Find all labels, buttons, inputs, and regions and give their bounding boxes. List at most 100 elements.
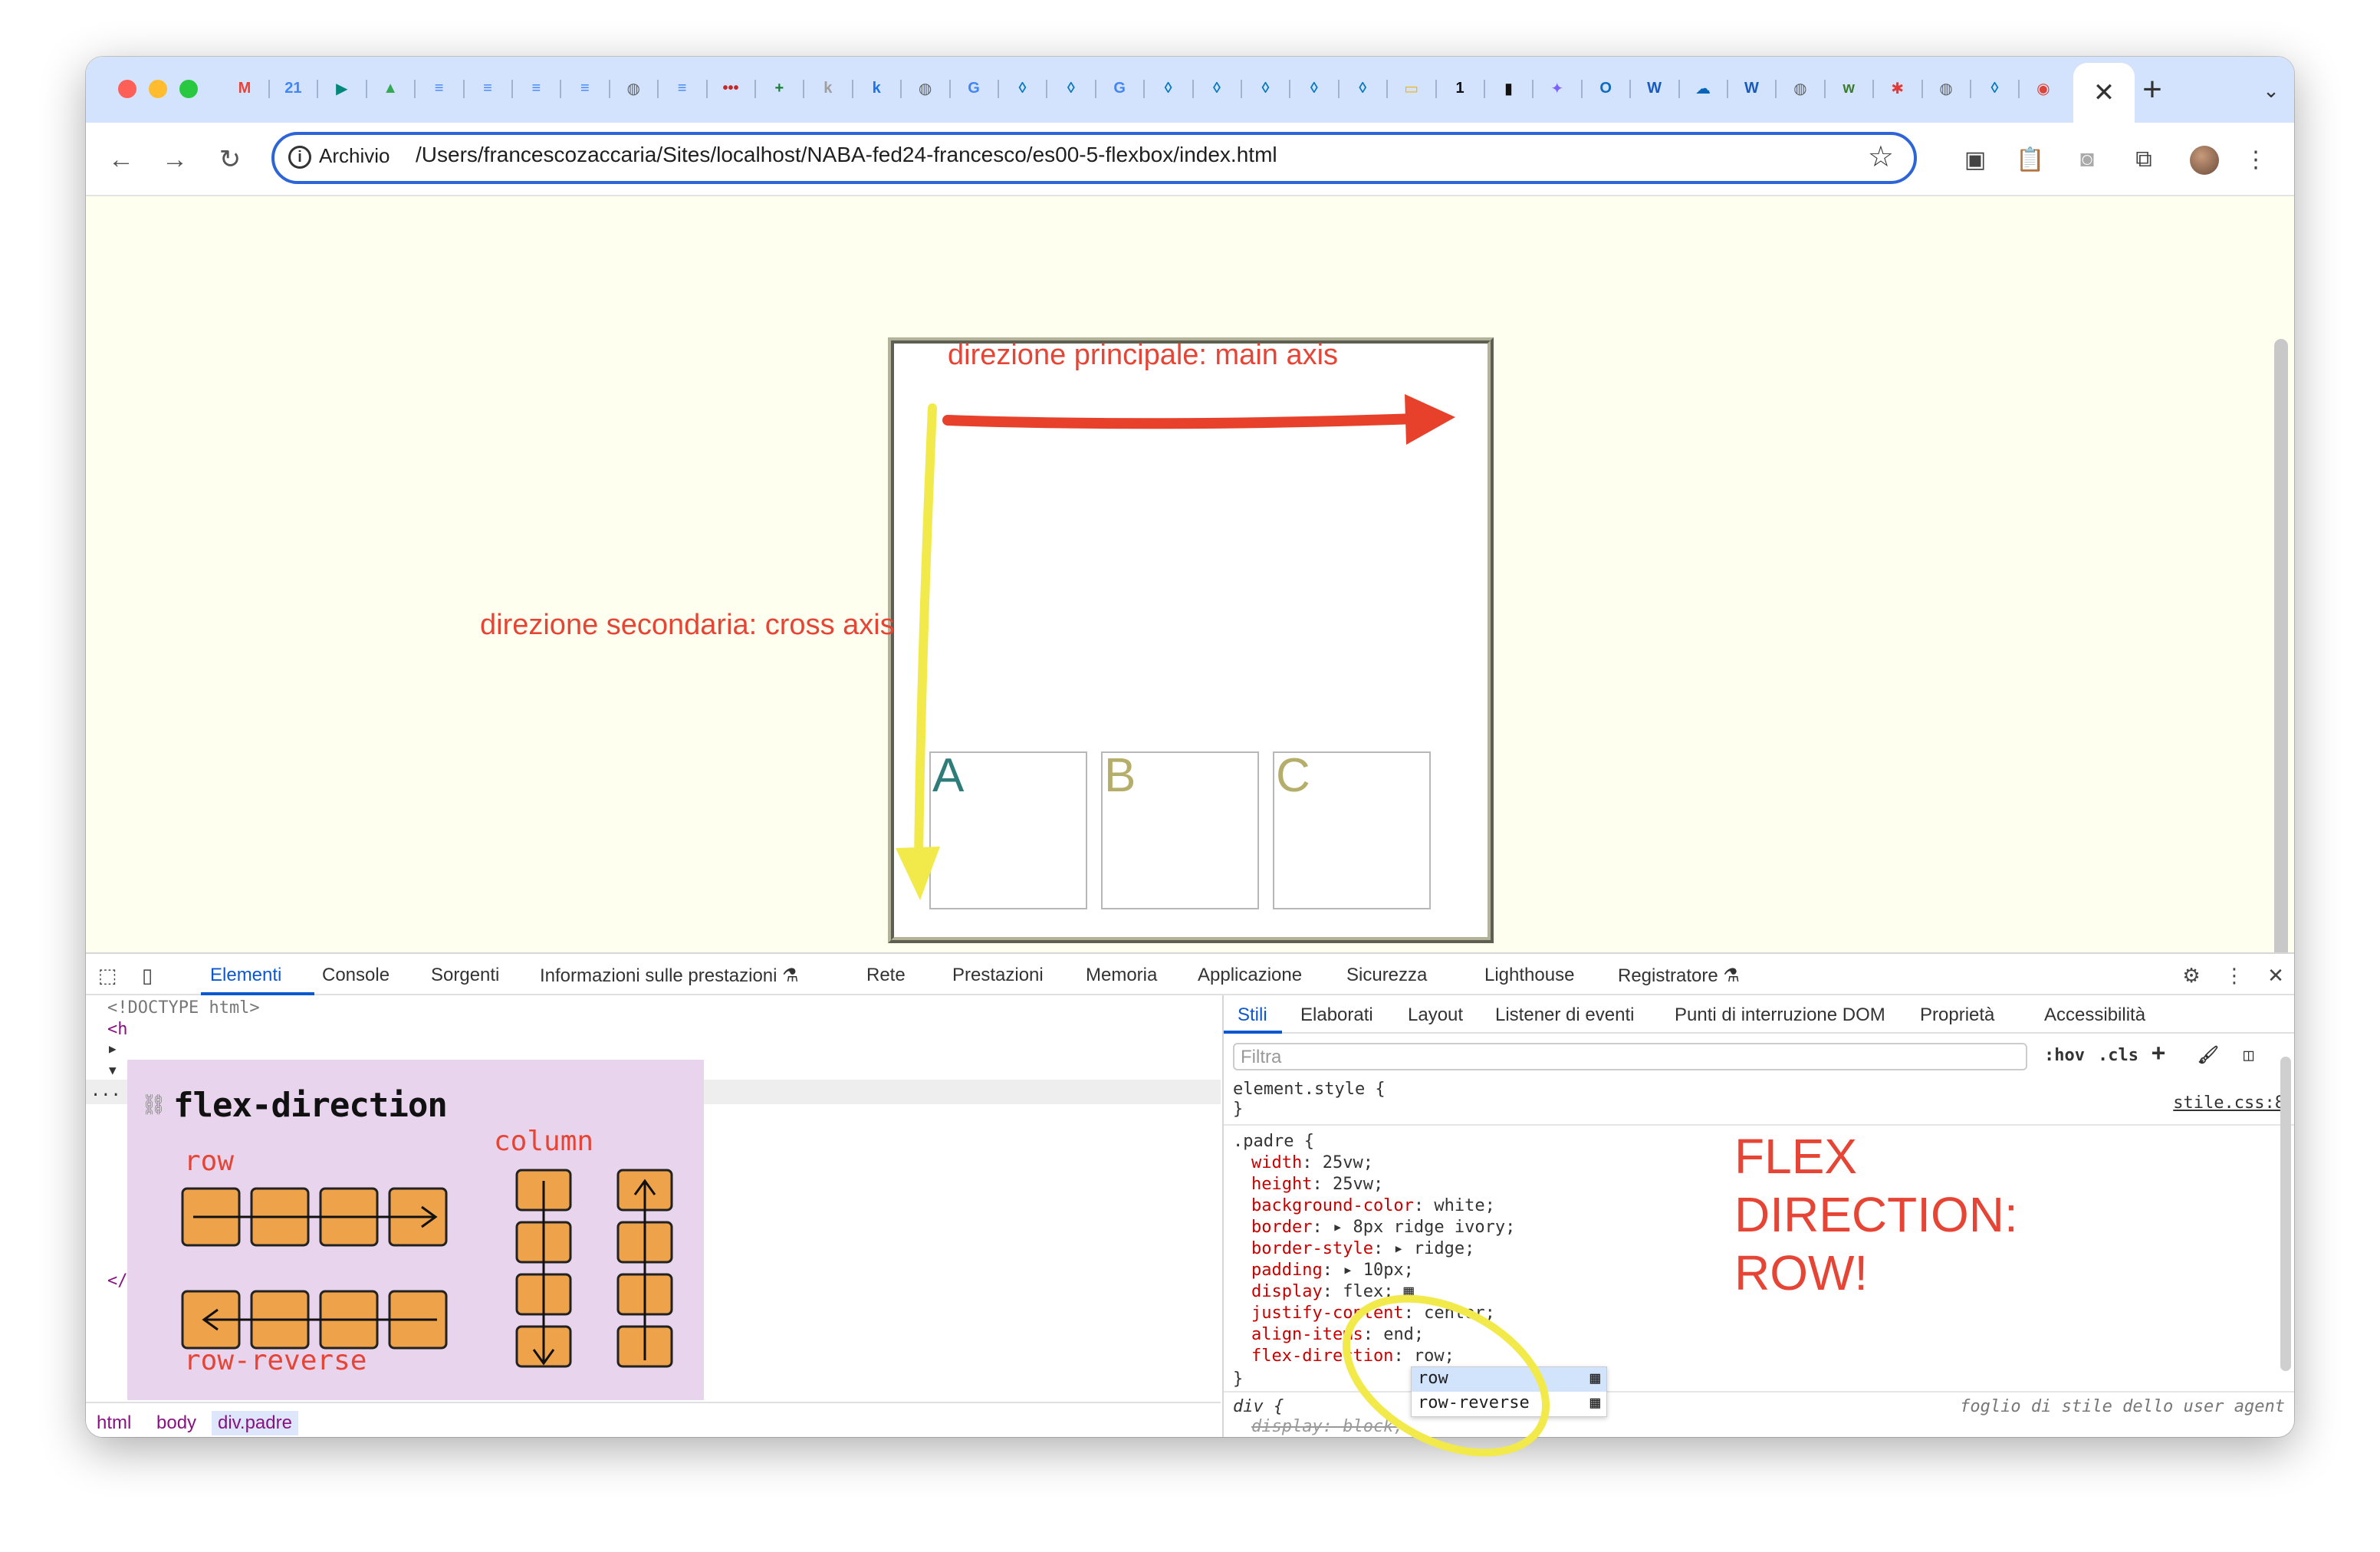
css-property[interactable]: justify-content xyxy=(1251,1304,1404,1323)
docs-icon[interactable]: ≡ xyxy=(669,75,695,101)
tab-styles[interactable]: Stili xyxy=(1238,1005,1267,1026)
sheets-plus-icon[interactable]: + xyxy=(766,75,792,101)
closing-tag[interactable]: </ xyxy=(107,1271,128,1291)
toggle-sidebar-icon[interactable]: ◫ xyxy=(2244,1046,2253,1065)
css-property[interactable]: align-items xyxy=(1251,1325,1363,1344)
chart-icon[interactable]: ▮ xyxy=(1495,75,1521,101)
css-declaration[interactable]: display: flex; ▦ xyxy=(1251,1282,1414,1301)
drupal-icon[interactable]: ◊ xyxy=(1058,75,1084,101)
docs-icon[interactable]: ≡ xyxy=(523,75,549,101)
site-info-label[interactable]: Archivio xyxy=(319,144,390,168)
globe-icon[interactable]: ◍ xyxy=(620,75,646,101)
css-value[interactable]: : 25vw; xyxy=(1312,1175,1383,1194)
tab-accessibility[interactable]: Accessibilità xyxy=(2044,1005,2145,1026)
drupal-icon[interactable]: ◊ xyxy=(1252,75,1278,101)
css-value[interactable]: : ▸ ridge; xyxy=(1373,1239,1474,1258)
css-declaration[interactable]: height: 25vw; xyxy=(1251,1175,1383,1194)
more-menu-icon[interactable]: ⋮ xyxy=(2237,141,2274,178)
css-property[interactable]: flex-direction xyxy=(1251,1346,1393,1366)
css-value[interactable]: : end; xyxy=(1363,1325,1424,1344)
meet-icon[interactable]: ▶ xyxy=(329,75,355,101)
drupal-icon[interactable]: ◊ xyxy=(1155,75,1182,101)
copilot-icon[interactable]: ✦ xyxy=(1544,75,1570,101)
class-toggle[interactable]: .cls xyxy=(2098,1046,2138,1065)
picture-in-picture-icon[interactable]: ▣ xyxy=(1957,141,1994,178)
collapse-triangle-icon[interactable]: ▼ xyxy=(109,1063,117,1077)
css-declaration[interactable]: width: 25vw; xyxy=(1251,1153,1373,1172)
tab-network[interactable]: Rete xyxy=(866,965,906,986)
drive-icon[interactable]: ▲ xyxy=(377,75,403,101)
more-options-icon[interactable]: ⋮ xyxy=(2221,962,2248,989)
paint-icon[interactable]: 🖌 xyxy=(2198,1046,2219,1065)
tab-layout[interactable]: Layout xyxy=(1408,1005,1463,1026)
back-icon[interactable]: ← xyxy=(103,141,140,178)
css-value[interactable]: : center; xyxy=(1404,1304,1495,1323)
tab-elements[interactable]: Elementi xyxy=(210,965,281,986)
close-icon[interactable]: ✕ xyxy=(2093,77,2115,108)
bookmark-star-icon[interactable]: ☆ xyxy=(1868,140,1894,174)
css-property[interactable]: border-style xyxy=(1251,1239,1373,1258)
k-icon[interactable]: k xyxy=(863,75,889,101)
slides-icon[interactable]: ▭ xyxy=(1399,75,1425,101)
css-property[interactable]: border xyxy=(1251,1218,1312,1237)
settings-gear-icon[interactable]: ⚙ xyxy=(2178,962,2205,989)
google-icon[interactable]: G xyxy=(961,75,987,101)
padre-selector[interactable]: .padre { xyxy=(1233,1132,1314,1151)
minimize-window-button[interactable] xyxy=(149,80,167,98)
new-tab-button[interactable]: + xyxy=(2133,71,2171,109)
tab-application[interactable]: Applicazione xyxy=(1198,965,1302,986)
calendar-icon[interactable]: 21 xyxy=(280,75,306,101)
tab-memory[interactable]: Memoria xyxy=(1086,965,1157,986)
tab-search-button[interactable]: ⌄ xyxy=(2256,75,2286,106)
css-property[interactable]: height xyxy=(1251,1175,1312,1194)
tab-security[interactable]: Sicurezza xyxy=(1346,965,1427,986)
url-text[interactable]: /Users/francescozaccaria/Sites/localhost… xyxy=(416,143,1277,167)
app-icon[interactable]: ••• xyxy=(718,75,744,101)
tab-lighthouse[interactable]: Lighthouse xyxy=(1484,965,1574,986)
element-style-rule[interactable]: element.style { xyxy=(1233,1080,1386,1099)
drupal-icon[interactable]: ◊ xyxy=(1349,75,1376,101)
styles-filter-input[interactable]: Filtra xyxy=(1233,1043,2027,1070)
reload-icon[interactable]: ↻ xyxy=(212,141,248,178)
css-declaration[interactable]: border-style: ▸ ridge; xyxy=(1251,1239,1474,1258)
css-declaration[interactable]: flex-direction: row; xyxy=(1251,1346,1455,1366)
drupal-icon[interactable]: ◊ xyxy=(1204,75,1230,101)
maximize-window-button[interactable] xyxy=(179,80,198,98)
asterisk-icon[interactable]: ✱ xyxy=(1885,75,1911,101)
google-icon[interactable]: G xyxy=(1106,75,1132,101)
drupal-icon[interactable]: ◊ xyxy=(1981,75,2007,101)
autocomplete-option[interactable]: row-reverse ▦ xyxy=(1412,1392,1606,1416)
close-devtools-icon[interactable]: ✕ xyxy=(2262,962,2290,989)
tab-performance[interactable]: Prestazioni xyxy=(952,965,1044,986)
crumb-div-padre[interactable]: div.padre xyxy=(212,1411,298,1435)
close-window-button[interactable] xyxy=(118,80,136,98)
active-tab[interactable]: ✕ xyxy=(2073,63,2135,123)
stylesheet-link[interactable]: stile.css:8 xyxy=(2173,1093,2285,1113)
address-bar[interactable]: i Archivio /Users/francescozaccaria/Site… xyxy=(271,132,1917,184)
device-toolbar-icon[interactable]: ▯ xyxy=(133,962,161,989)
docs-icon[interactable]: ≡ xyxy=(475,75,501,101)
css-value[interactable]: : row; xyxy=(1393,1346,1454,1366)
word-icon[interactable]: W xyxy=(1642,75,1668,101)
tab-console[interactable]: Console xyxy=(322,965,390,986)
docs-icon[interactable]: ≡ xyxy=(426,75,452,101)
css-property[interactable]: width xyxy=(1251,1153,1302,1172)
css-value[interactable]: : ▸ 10px; xyxy=(1323,1261,1414,1280)
css-value[interactable]: : white; xyxy=(1414,1196,1495,1215)
gmail-icon[interactable]: M xyxy=(232,75,258,101)
new-rule-icon[interactable]: + xyxy=(2152,1040,2165,1067)
clipboard-icon[interactable]: 📋 xyxy=(2012,141,2049,178)
css-value[interactable]: : flex; ▦ xyxy=(1323,1282,1414,1301)
chrome-icon[interactable]: ◉ xyxy=(2030,75,2056,101)
tab-event-listeners[interactable]: Listener di eventi xyxy=(1495,1005,1634,1026)
word-icon[interactable]: W xyxy=(1738,75,1764,101)
globe-icon[interactable]: ◍ xyxy=(912,75,939,101)
tab-properties[interactable]: Proprietà xyxy=(1920,1005,1994,1026)
autocomplete-option[interactable]: row ▦ xyxy=(1412,1367,1606,1392)
css-declaration[interactable]: padding: ▸ 10px; xyxy=(1251,1261,1414,1280)
styles-scrollbar[interactable] xyxy=(2280,1057,2291,1371)
outlook-icon[interactable]: O xyxy=(1593,75,1619,101)
tab-computed[interactable]: Elaborati xyxy=(1300,1005,1373,1026)
expand-triangle-icon[interactable]: ▶ xyxy=(109,1041,117,1056)
css-property[interactable]: padding xyxy=(1251,1261,1323,1280)
